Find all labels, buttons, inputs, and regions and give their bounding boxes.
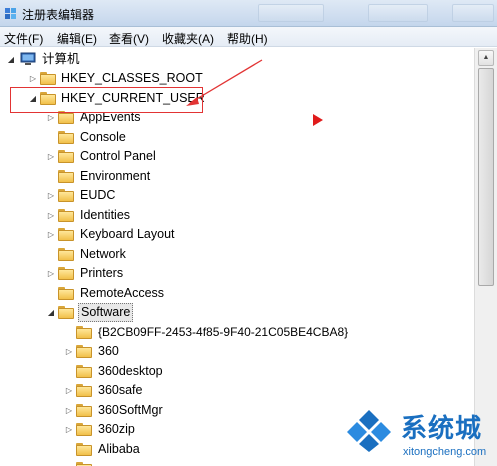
- tree-node-label: 计算机: [42, 52, 80, 66]
- tree-node-control-panel[interactable]: ▷ Control Panel: [0, 147, 300, 166]
- tree-node-partial[interactable]: [0, 459, 300, 466]
- tree-node-label: 360zip: [98, 422, 135, 436]
- scroll-thumb[interactable]: [478, 68, 494, 286]
- folder-icon: [58, 209, 74, 222]
- watermark: 系统城 xitongcheng.com: [345, 408, 495, 464]
- expand-arrow-icon[interactable]: ▷: [46, 147, 56, 166]
- background-window: [452, 4, 494, 22]
- vertical-scrollbar[interactable]: ▲: [474, 48, 497, 466]
- folder-icon: [58, 150, 74, 163]
- menu-view[interactable]: 查看(V): [109, 30, 149, 47]
- tree-node-label: Printers: [80, 266, 124, 280]
- menu-edit[interactable]: 编辑(E): [57, 30, 97, 47]
- folder-icon: [58, 248, 74, 261]
- folder-icon: [76, 345, 92, 358]
- tree-node-printers[interactable]: ▷ Printers: [0, 264, 300, 283]
- expand-arrow-icon[interactable]: ▷: [64, 401, 74, 420]
- window-title: 注册表编辑器: [22, 8, 95, 22]
- tree-node-remoteaccess[interactable]: RemoteAccess: [0, 284, 300, 303]
- tree-node-label: HKEY_CLASSES_ROOT: [61, 71, 203, 85]
- tree-node-label: Alibaba: [98, 442, 140, 456]
- tree-node-label: 360: [98, 344, 119, 358]
- tree-node-label: RemoteAccess: [80, 286, 165, 300]
- folder-icon: [76, 384, 92, 397]
- tree-node-label: Keyboard Layout: [80, 227, 175, 241]
- tree-node-hkey-classes-root[interactable]: ▷ HKEY_CLASSES_ROOT: [0, 69, 300, 88]
- tree-node-keyboard-layout[interactable]: ▷ Keyboard Layout: [0, 225, 300, 244]
- expand-arrow-icon[interactable]: ▷: [46, 264, 56, 283]
- tree-node-label: Environment: [80, 169, 151, 183]
- folder-icon: [58, 189, 74, 202]
- menu-file[interactable]: 文件(F): [4, 30, 43, 47]
- background-window: [258, 4, 324, 22]
- tree-node-label: EUDC: [80, 188, 116, 202]
- expand-arrow-icon[interactable]: ▷: [46, 206, 56, 225]
- tree-node-console[interactable]: Console: [0, 128, 300, 147]
- folder-icon: [76, 326, 92, 339]
- menu-bar: 文件(F) 编辑(E) 查看(V) 收藏夹(A) 帮助(H): [0, 27, 497, 47]
- folder-icon: [40, 72, 56, 85]
- folder-icon: [76, 423, 92, 436]
- tree-node-360softmgr[interactable]: ▷ 360SoftMgr: [0, 401, 300, 420]
- tree-node-alibaba[interactable]: Alibaba: [0, 440, 300, 459]
- tree-node-label: 360desktop: [98, 364, 163, 378]
- folder-icon: [58, 267, 74, 280]
- tree-node-label: {B2CB09FF-2453-4f85-9F40-21C05BE4CBA8}: [98, 325, 349, 339]
- folder-icon: [58, 287, 74, 300]
- tree-node-eudc[interactable]: ▷ EUDC: [0, 186, 300, 205]
- collapse-arrow-icon[interactable]: ◢: [46, 303, 56, 322]
- tree-node-network[interactable]: Network: [0, 245, 300, 264]
- folder-icon: [76, 443, 92, 456]
- folder-icon: [58, 170, 74, 183]
- folder-icon: [58, 131, 74, 144]
- xitongcheng-logo-icon: [347, 410, 391, 452]
- folder-icon: [58, 306, 74, 319]
- tree-node-label: 360safe: [98, 383, 143, 397]
- watermark-cn-text: 系统城: [401, 414, 483, 444]
- tree-node-label: Control Panel: [80, 149, 156, 163]
- tree-node-environment[interactable]: Environment: [0, 167, 300, 186]
- expand-arrow-icon[interactable]: ▷: [28, 69, 38, 88]
- tree-node-360[interactable]: ▷ 360: [0, 342, 300, 361]
- expand-arrow-icon[interactable]: ▷: [46, 186, 56, 205]
- menu-favorites[interactable]: 收藏夹(A): [162, 30, 214, 47]
- tree-node-guid-key[interactable]: {B2CB09FF-2453-4f85-9F40-21C05BE4CBA8}: [0, 323, 400, 342]
- title-bar: 注册表编辑器: [0, 0, 497, 27]
- folder-icon: [76, 462, 92, 466]
- tree-node-360safe[interactable]: ▷ 360safe: [0, 381, 300, 400]
- computer-icon: [20, 52, 36, 65]
- annotation-highlight-box: [10, 87, 203, 113]
- tree-node-software[interactable]: ◢ Software: [0, 303, 300, 322]
- tree-node-identities[interactable]: ▷ Identities: [0, 206, 300, 225]
- folder-icon: [76, 365, 92, 378]
- expand-arrow-icon[interactable]: ▷: [64, 381, 74, 400]
- expand-arrow-icon[interactable]: ▷: [64, 420, 74, 439]
- folder-icon: [58, 228, 74, 241]
- expand-arrow-icon[interactable]: ▷: [64, 342, 74, 361]
- annotation-pointer-icon: [313, 114, 323, 126]
- tree-node-computer[interactable]: ◢ 计算机: [0, 50, 300, 69]
- tree-node-360desktop[interactable]: 360desktop: [0, 362, 300, 381]
- collapse-arrow-icon[interactable]: ◢: [6, 50, 16, 69]
- watermark-url: xitongcheng.com: [403, 446, 487, 458]
- scroll-up-icon[interactable]: ▲: [478, 50, 494, 66]
- expand-arrow-icon[interactable]: ▷: [46, 225, 56, 244]
- tree-node-label: Console: [80, 130, 126, 144]
- regedit-icon: [5, 8, 16, 19]
- tree-node-label: 360SoftMgr: [98, 403, 163, 417]
- background-window: [368, 4, 428, 22]
- tree-node-label: Identities: [80, 208, 131, 222]
- tree-node-360zip[interactable]: ▷ 360zip: [0, 420, 300, 439]
- tree-node-label-selected: Software: [78, 303, 134, 322]
- tree-node-label: Network: [80, 247, 126, 261]
- menu-help[interactable]: 帮助(H): [227, 30, 268, 47]
- folder-icon: [76, 404, 92, 417]
